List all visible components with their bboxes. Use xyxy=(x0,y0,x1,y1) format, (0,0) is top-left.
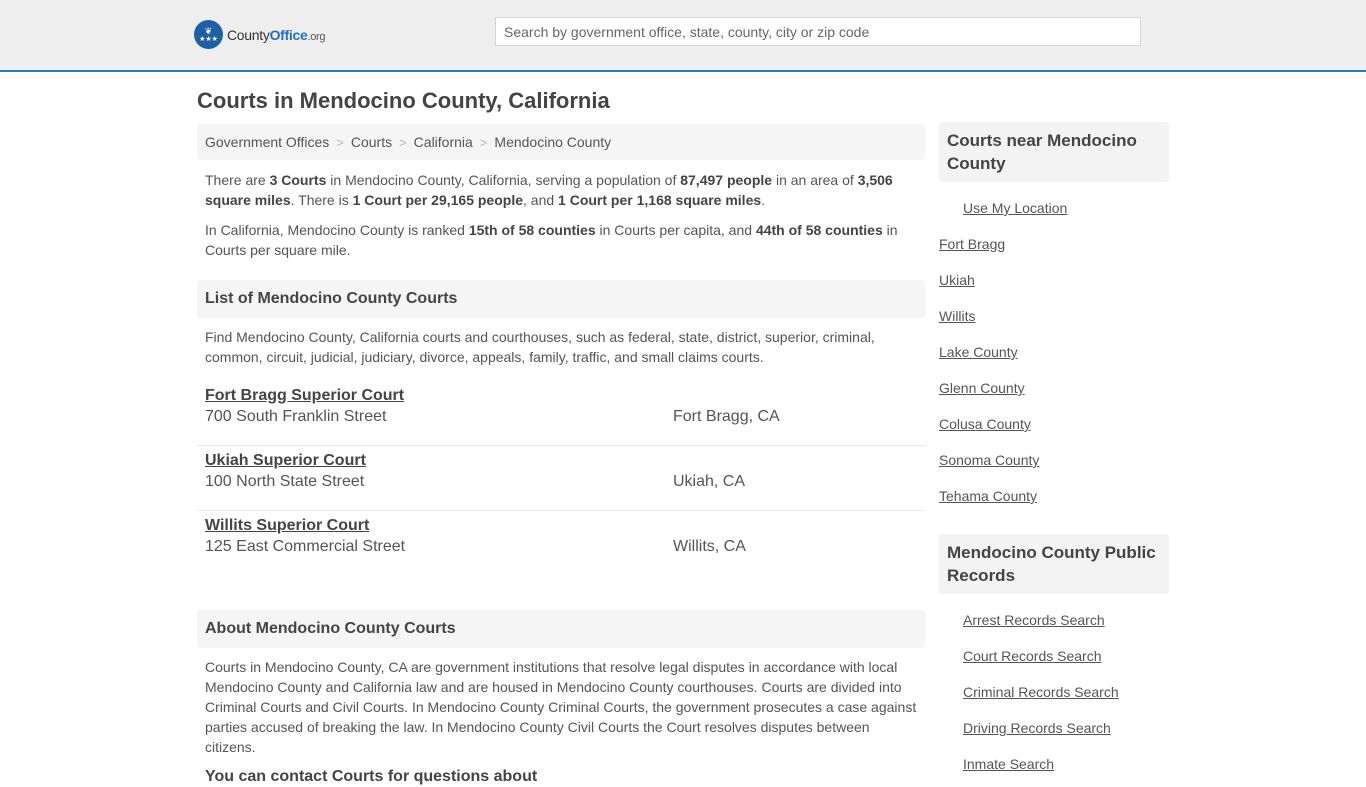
summary-stats: There are 3 Courts in Mendocino County, … xyxy=(205,172,893,208)
court-city: Fort Bragg, CA xyxy=(673,408,780,425)
breadcrumb: Government Offices > Courts > California… xyxy=(197,124,925,160)
nearby-link-colusa-county[interactable]: Colusa County xyxy=(939,416,1031,432)
nearby-link-ukiah[interactable]: Ukiah xyxy=(939,272,975,288)
court-item: Fort Bragg Superior Court 700 South Fran… xyxy=(197,381,925,446)
contact-heading: You can contact Courts for questions abo… xyxy=(205,768,538,785)
site-header: ❦ ★★★ CountyOffice.org xyxy=(0,0,1366,72)
breadcrumb-separator: > xyxy=(336,134,344,150)
court-name-link[interactable]: Willits Superior Court xyxy=(205,517,369,535)
breadcrumb-california[interactable]: California xyxy=(414,134,473,150)
page-title: Courts in Mendocino County, California xyxy=(197,88,610,113)
list-section-heading: List of Mendocino County Courts xyxy=(197,280,925,318)
nearby-link-fort-bragg[interactable]: Fort Bragg xyxy=(939,236,1005,252)
court-list: Fort Bragg Superior Court 700 South Fran… xyxy=(197,381,925,576)
site-logo[interactable]: ❦ ★★★ CountyOffice.org xyxy=(194,20,326,49)
search-input[interactable] xyxy=(495,17,1141,46)
breadcrumb-separator: > xyxy=(479,134,488,150)
criminal-records-link[interactable]: Criminal Records Search xyxy=(963,684,1119,700)
about-section-heading: About Mendocino County Courts xyxy=(197,610,925,648)
inmate-search-link[interactable]: Inmate Search xyxy=(963,756,1054,772)
breadcrumb-government-offices[interactable]: Government Offices xyxy=(205,134,329,150)
court-records-link[interactable]: Court Records Search xyxy=(963,648,1102,664)
eagle-stars-icon: ❦ ★★★ xyxy=(194,20,223,49)
nearby-link-lake-county[interactable]: Lake County xyxy=(939,344,1018,360)
court-item: Willits Superior Court 125 East Commerci… xyxy=(197,511,925,576)
nearby-link-glenn-county[interactable]: Glenn County xyxy=(939,380,1025,396)
breadcrumb-separator: > xyxy=(399,134,407,150)
nearby-courts-heading: Courts near Mendocino County xyxy=(939,122,1169,182)
logo-text: CountyOffice.org xyxy=(227,26,326,43)
driving-records-link[interactable]: Driving Records Search xyxy=(963,720,1111,736)
court-address: 700 South Franklin Street xyxy=(205,408,387,425)
breadcrumb-courts[interactable]: Courts xyxy=(351,134,392,150)
court-city: Ukiah, CA xyxy=(673,473,746,490)
court-address: 125 East Commercial Street xyxy=(205,538,406,555)
nearby-link-tehama-county[interactable]: Tehama County xyxy=(939,488,1037,504)
nearby-link-sonoma-county[interactable]: Sonoma County xyxy=(939,452,1039,468)
court-item: Ukiah Superior Court 100 North State Str… xyxy=(197,446,925,511)
use-my-location-link[interactable]: Use My Location xyxy=(963,200,1067,216)
court-name-link[interactable]: Fort Bragg Superior Court xyxy=(205,387,404,405)
summary-ranking: In California, Mendocino County is ranke… xyxy=(205,222,898,258)
list-intro: Find Mendocino County, California courts… xyxy=(205,329,875,365)
arrest-records-link[interactable]: Arrest Records Search xyxy=(963,612,1105,628)
court-name-link[interactable]: Ukiah Superior Court xyxy=(205,452,366,470)
sidebar: Courts near Mendocino County Use My Loca… xyxy=(939,122,1169,782)
breadcrumb-mendocino-county[interactable]: Mendocino County xyxy=(494,134,611,150)
main-content: Government Offices > Courts > California… xyxy=(197,124,925,787)
public-records-list: Arrest Records Search Court Records Sear… xyxy=(939,602,1169,782)
public-records-heading: Mendocino County Public Records xyxy=(939,534,1169,594)
court-city: Willits, CA xyxy=(673,538,746,555)
nearby-link-willits[interactable]: Willits xyxy=(939,308,976,324)
court-address: 100 North State Street xyxy=(205,473,365,490)
nearby-courts-list: Use My Location Fort Bragg Ukiah Willits… xyxy=(939,190,1169,514)
about-text: Courts in Mendocino County, CA are gover… xyxy=(205,659,917,755)
